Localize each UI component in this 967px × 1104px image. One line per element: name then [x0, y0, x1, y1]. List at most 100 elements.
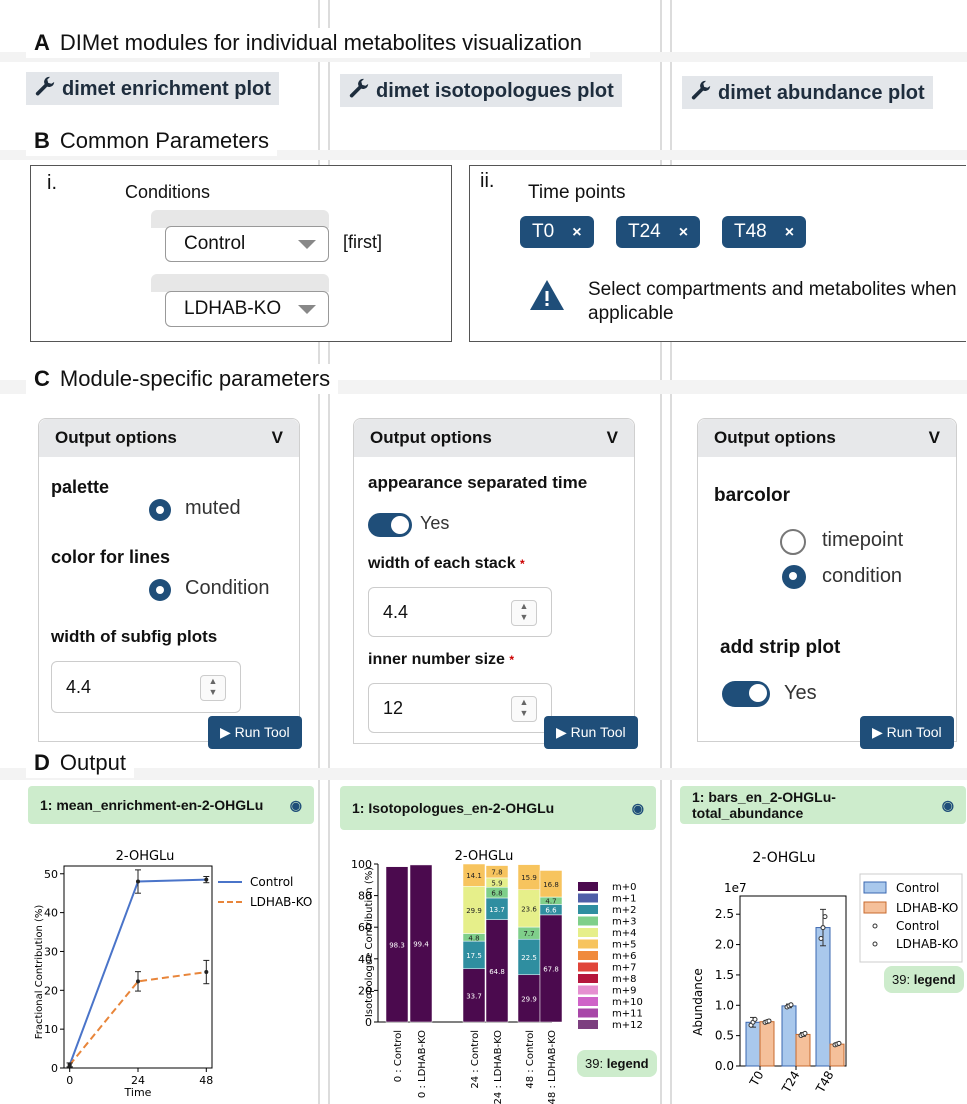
palette-label: palette — [51, 477, 110, 497]
card-title: Output options — [714, 428, 836, 447]
legend-badge[interactable]: 39: legend — [884, 966, 964, 993]
wrench-icon — [35, 76, 55, 96]
output-enrichment[interactable]: 1: mean_enrichment-en-2-OHGLu ◉ — [28, 786, 314, 824]
segment-label: 33.7 — [466, 992, 482, 1000]
required-mark: * — [509, 653, 515, 667]
x-tick-label: 24 — [131, 1074, 145, 1087]
tool-abundance-plot[interactable]: dimet abundance plot — [682, 76, 933, 109]
close-icon[interactable]: × — [785, 224, 794, 241]
legend-label: LDHAB-KO — [896, 901, 958, 915]
toggle-value: Yes — [784, 682, 817, 704]
close-icon[interactable]: × — [572, 224, 581, 241]
strip-point — [766, 1018, 772, 1024]
legend-swatch — [578, 882, 598, 891]
spinner-icon[interactable]: ▲ ▼ — [511, 696, 537, 722]
section-title: DIMet modules for individual metabolites… — [59, 30, 583, 55]
strip-plot-toggle[interactable] — [722, 681, 770, 707]
segment-label: 29.9 — [466, 907, 482, 915]
y-tick-label: 0.5 — [715, 1029, 734, 1043]
bar — [795, 1033, 811, 1067]
conditions-panel: i. Conditions Control [first] LDHAB-KO — [30, 165, 452, 342]
separated-time-toggle[interactable] — [368, 513, 412, 537]
condition-select-second[interactable]: LDHAB-KO — [165, 291, 329, 327]
separated-time-label: appearance separated time — [368, 473, 588, 492]
palette-radio[interactable] — [149, 499, 171, 521]
condition-radio[interactable] — [782, 565, 806, 589]
segment-label: 17.5 — [466, 952, 482, 960]
spinner-icon[interactable]: ▲ ▼ — [511, 600, 537, 626]
y-tick-label: 20 — [358, 984, 372, 997]
label-text: width of each stack — [368, 555, 516, 572]
stack-width-input[interactable]: 4.4 ▲ ▼ — [368, 587, 552, 637]
y-axis-label: Abundance — [691, 968, 705, 1036]
palette-value: muted — [185, 497, 241, 519]
chart-title: 2-OHGLu — [455, 849, 514, 864]
button-label: Run Tool — [570, 724, 626, 740]
inner-number-input[interactable]: 12 ▲ ▼ — [368, 683, 552, 733]
segment-label: 7.7 — [523, 930, 534, 938]
legend-badge[interactable]: 39: legend — [577, 1050, 657, 1077]
condition-select-first[interactable]: Control — [165, 226, 329, 262]
spinner-icon[interactable]: ▲ ▼ — [200, 675, 226, 701]
run-tool-button[interactable]: ▶ Run Tool — [208, 716, 302, 749]
close-icon[interactable]: × — [679, 224, 688, 241]
output-options-header[interactable]: Output options V — [698, 419, 956, 457]
y-tick-label: 10 — [44, 1023, 58, 1036]
tool-isotopologues-plot[interactable]: dimet isotopologues plot — [340, 74, 622, 107]
legend-label: m+1 — [612, 894, 636, 905]
y-axis-label: Fractional Contribution (%) — [34, 905, 45, 1040]
timepoint-radio[interactable] — [780, 529, 806, 555]
x-tick-label: 24 : Control — [470, 1030, 481, 1089]
tool-label: dimet isotopologues plot — [376, 80, 614, 102]
run-tool-button[interactable]: ▶ Run Tool — [860, 716, 954, 749]
tool-enrichment-plot[interactable]: dimet enrichment plot — [26, 72, 279, 105]
segment-label: 6.6 — [545, 907, 557, 915]
segment-label: 6.8 — [491, 890, 502, 898]
eye-icon[interactable]: ◉ — [290, 797, 302, 814]
segment-label: 99.4 — [413, 940, 429, 948]
segment-label: 4.7 — [545, 898, 556, 906]
output-options-header[interactable]: Output options V — [354, 419, 634, 457]
section-letter: B — [34, 128, 50, 153]
legend-swatch — [578, 1008, 598, 1018]
eye-icon[interactable]: ◉ — [942, 797, 954, 814]
wrench-icon — [691, 80, 711, 100]
y-tick-label: 30 — [44, 945, 58, 958]
section-title: Output — [59, 750, 126, 775]
chip-t0[interactable]: T0 × — [520, 216, 594, 248]
x-tick-label: 0 : LDHAB-KO — [417, 1030, 428, 1098]
section-c-title: C Module-specific parameters — [26, 364, 339, 394]
data-point — [67, 1062, 72, 1067]
chevron-down-icon[interactable]: V — [929, 428, 940, 448]
radio-label: condition — [822, 565, 903, 587]
label-text: inner number size — [368, 651, 505, 668]
x-tick-label: 48 — [199, 1074, 213, 1087]
x-tick-label: T0 — [746, 1069, 766, 1090]
output-isotopologues[interactable]: 1: Isotopologues_en-2-OHGLu ◉ — [340, 786, 656, 830]
x-tick-label: 48 : LDHAB-KO — [547, 1030, 558, 1104]
bar — [829, 1043, 845, 1067]
x-tick-label: T48 — [813, 1069, 837, 1096]
eye-icon[interactable]: ◉ — [632, 800, 644, 817]
legend-label: LDHAB-KO — [250, 895, 312, 909]
output-abundance[interactable]: 1: bars_en_2-OHGLu-total_abundance ◉ — [680, 786, 966, 824]
legend-swatch — [578, 962, 598, 972]
lines-radio[interactable] — [149, 579, 171, 601]
output-options-header[interactable]: Output options V — [39, 419, 299, 457]
chip-t48[interactable]: T48 × — [722, 216, 807, 248]
bar — [745, 1021, 761, 1067]
chevron-down-icon[interactable]: V — [272, 428, 283, 448]
button-label: Run Tool — [234, 724, 290, 740]
legend-swatch — [863, 881, 887, 894]
run-tool-button[interactable]: ▶ Run Tool — [544, 716, 638, 749]
tool-label: dimet abundance plot — [718, 82, 925, 104]
chip-t24[interactable]: T24 × — [616, 216, 701, 248]
width-input[interactable]: 4.4 ▲ ▼ — [51, 661, 241, 713]
chevron-down-icon[interactable]: V — [607, 428, 618, 448]
bar — [781, 1005, 797, 1067]
exponent-label: 1e7 — [724, 881, 747, 895]
radio-label: timepoint — [822, 529, 904, 551]
input-value: 4.4 — [383, 601, 409, 622]
segment-label: 23.6 — [521, 905, 537, 913]
badge-word: legend — [913, 972, 956, 987]
